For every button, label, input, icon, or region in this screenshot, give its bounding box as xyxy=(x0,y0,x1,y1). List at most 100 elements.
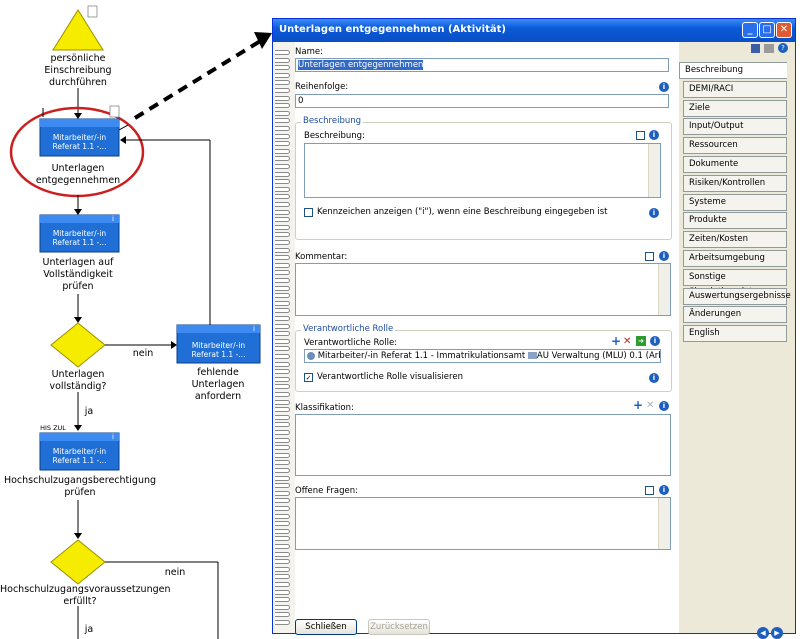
reset-button[interactable]: Zurücksetzen xyxy=(368,619,430,635)
binder-ring xyxy=(275,331,290,337)
info-icon[interactable]: i xyxy=(659,401,669,411)
description-textarea[interactable] xyxy=(304,143,661,198)
binder-ring xyxy=(275,384,290,390)
go-to-icon[interactable]: ➜ xyxy=(636,336,646,346)
binder-ring xyxy=(275,582,290,587)
name-field[interactable]: Unterlagen entgegennehmen xyxy=(295,58,669,72)
name-value: Unterlagen entgegennehmen xyxy=(298,60,424,70)
dialog-title: Unterlagen entgegennehmen (Aktivität) xyxy=(279,24,506,35)
tab-item[interactable]: Sonstige Simulationsdaten xyxy=(683,268,787,297)
tab-item[interactable]: Dokumente xyxy=(683,156,787,173)
role-value: Mitarbeiter/-in Referat 1.1 - Immatrikul… xyxy=(317,351,526,361)
open-questions-label: Offene Fragen: xyxy=(295,486,358,496)
description-expand-checkbox[interactable] xyxy=(636,131,645,140)
binder-ring xyxy=(275,300,290,306)
binder-ring xyxy=(275,551,290,557)
binder-ring xyxy=(275,293,290,299)
questions-expand-checkbox[interactable] xyxy=(645,486,654,495)
description-label: Beschreibung: xyxy=(304,131,365,141)
tab-item[interactable]: English xyxy=(683,325,787,343)
tab-item[interactable]: Beschreibung xyxy=(679,62,787,79)
binder-ring xyxy=(275,346,290,352)
save-icon[interactable] xyxy=(751,44,760,53)
binder-ring xyxy=(275,95,290,101)
order-field[interactable]: 0 xyxy=(295,94,669,108)
tab-item[interactable]: DEMI/RACI xyxy=(683,80,787,98)
dialog-titlebar[interactable]: Unterlagen entgegennehmen (Aktivität) _ … xyxy=(273,19,795,42)
info-icon[interactable]: i xyxy=(649,130,659,140)
binder-ring xyxy=(275,224,290,230)
binder-ring xyxy=(275,285,290,291)
info-icon[interactable]: i xyxy=(649,208,659,218)
binder-ring xyxy=(275,361,290,367)
binder-ring xyxy=(275,544,290,549)
remove-icon[interactable]: ✕ xyxy=(646,400,654,411)
tab-item[interactable]: Zeiten/Kosten xyxy=(683,231,787,249)
binder-ring xyxy=(275,316,290,321)
maximize-button[interactable]: □ xyxy=(759,22,775,38)
binder-ring xyxy=(275,232,290,238)
info-icon: i xyxy=(112,215,114,223)
activity-label-receive: Unterlagen entgegennehmen xyxy=(35,163,121,186)
binder-ring xyxy=(275,589,290,595)
add-icon[interactable]: + xyxy=(633,398,643,412)
binder-ring xyxy=(275,399,290,405)
binder-ring xyxy=(275,110,290,116)
tab-item[interactable]: Input/Output xyxy=(683,118,787,136)
decision-diamond-complete[interactable] xyxy=(50,322,106,368)
tab-item[interactable]: Auswertungsergebnisse xyxy=(683,287,791,305)
binder-ring xyxy=(275,65,290,71)
scrollbar[interactable] xyxy=(648,144,660,197)
binder-spine xyxy=(273,42,296,633)
form-panel: Name: Unterlagen entgegennehmen Reihenfo… xyxy=(295,42,679,635)
description-group-title: Beschreibung xyxy=(301,116,364,126)
activity-badge: HIS ZUL xyxy=(40,424,66,432)
binder-ring xyxy=(275,437,290,443)
open-questions-textarea[interactable] xyxy=(295,497,671,550)
help-icon[interactable]: ? xyxy=(778,43,788,53)
binder-ring xyxy=(275,445,290,451)
info-icon[interactable]: i xyxy=(650,336,660,346)
add-icon[interactable]: + xyxy=(611,334,621,348)
visualize-role-checkbox[interactable]: ✓ xyxy=(304,373,313,382)
decision-diamond-hzb[interactable] xyxy=(50,539,106,585)
tab-item[interactable]: Produkte xyxy=(683,212,787,230)
classification-list[interactable] xyxy=(295,414,671,476)
info-icon[interactable]: i xyxy=(659,251,669,261)
close-window-button[interactable]: ✕ xyxy=(776,22,792,38)
print-icon[interactable] xyxy=(764,44,774,53)
binder-ring xyxy=(275,270,290,276)
info-icon[interactable]: i xyxy=(659,82,669,92)
document-icon xyxy=(87,5,98,18)
binder-ring xyxy=(275,88,290,93)
tab-item[interactable]: Ziele xyxy=(683,99,787,117)
next-page-icon[interactable]: ▶ xyxy=(771,627,783,639)
comment-expand-checkbox[interactable] xyxy=(645,252,654,261)
activity-role-text: Mitarbeiter/-in Referat 1.1 -... xyxy=(191,341,246,359)
activity-role-text: Mitarbeiter/-in Referat 1.1 -... xyxy=(52,447,107,465)
close-button[interactable]: Schließen xyxy=(295,619,357,635)
binder-ring xyxy=(275,209,290,215)
remove-icon[interactable]: ✕ xyxy=(623,336,631,347)
tab-item[interactable]: Arbeitsumgebung xyxy=(683,250,787,267)
info-icon: i xyxy=(112,433,114,441)
binder-ring xyxy=(275,240,290,245)
info-icon[interactable]: i xyxy=(659,485,669,495)
activity-role-text: Mitarbeiter/-in Referat 1.1 -... xyxy=(52,133,107,151)
binder-ring xyxy=(275,490,290,496)
binder-ring xyxy=(275,186,290,192)
tab-item[interactable]: Systeme xyxy=(683,193,787,211)
previous-page-icon[interactable]: ◀ xyxy=(757,627,769,639)
tab-item[interactable]: Änderungen xyxy=(683,306,787,324)
comment-textarea[interactable] xyxy=(295,263,671,316)
minimize-button[interactable]: _ xyxy=(742,22,758,38)
scrollbar[interactable] xyxy=(658,498,670,549)
role-field[interactable]: Mitarbeiter/-in Referat 1.1 - Immatrikul… xyxy=(304,349,661,363)
tab-item[interactable]: Risiken/Kontrollen xyxy=(683,174,787,192)
binder-ring xyxy=(275,414,290,420)
show-indicator-checkbox[interactable] xyxy=(304,208,313,217)
scrollbar[interactable] xyxy=(658,264,670,315)
role-value-env: AU Verwaltung (MLU) 0.1 (Arbeitsumgebung… xyxy=(536,351,660,361)
info-icon[interactable]: i xyxy=(649,373,659,383)
tab-item[interactable]: Ressourcen xyxy=(683,137,787,155)
